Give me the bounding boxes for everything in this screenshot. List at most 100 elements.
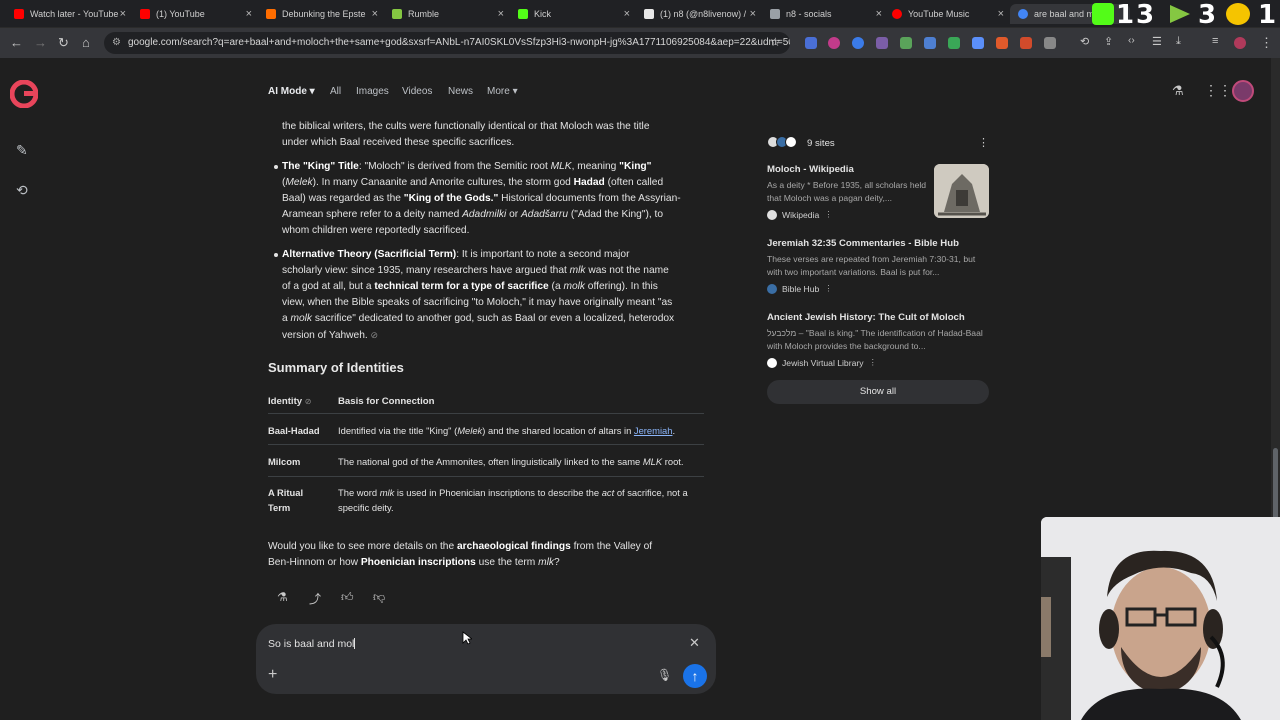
extension-icon[interactable] [924, 37, 936, 49]
home-icon[interactable]: ⌂ [82, 35, 90, 50]
page-icon [266, 9, 276, 19]
browser-tab[interactable]: (1) n8 (@n8livenow) / × [636, 4, 760, 24]
table-cell-identity: Baal-Hadad [268, 425, 320, 436]
close-tab-icon[interactable]: × [624, 8, 630, 20]
source-site: Wikipedia ⋮ [767, 209, 833, 220]
kebab-menu-icon[interactable]: ⋮ [869, 357, 878, 368]
browser-tab[interactable]: Debunking the Epste × [258, 4, 382, 24]
youtube-music-icon [892, 9, 902, 19]
download-icon[interactable]: ⤓ [1176, 35, 1181, 48]
history-icon[interactable]: ⟲ [16, 182, 28, 199]
chevron-down-icon: ▾ [512, 86, 518, 97]
google-logo-icon[interactable] [10, 80, 38, 108]
close-tab-icon[interactable]: × [246, 8, 252, 20]
source-favicon-stack [767, 136, 797, 148]
table-header-identity: Identity ⊘ [268, 396, 312, 407]
browser-tab[interactable]: Watch later - YouTube × [6, 4, 130, 24]
table-cell-basis: The national god of the Ammonites, often… [338, 456, 684, 467]
answer-paragraph: the biblical writers, the cults were fun… [282, 121, 650, 148]
tab-ai-mode[interactable]: AI Mode ▾ [268, 86, 315, 97]
link-chip-icon[interactable]: ⊘ [371, 330, 379, 340]
extension-icon[interactable] [805, 37, 817, 49]
microphone-icon[interactable]: 🎙︎ [657, 668, 672, 682]
extension-icon[interactable] [996, 37, 1008, 49]
tab-all[interactable]: All [330, 86, 341, 97]
thumbs-down-icon[interactable]: 👎︎ [373, 590, 385, 605]
send-button[interactable]: ↑ [683, 664, 707, 688]
browser-tab[interactable]: Rumble × [384, 4, 508, 24]
plus-icon[interactable]: + [268, 666, 277, 684]
sources-count: 9 sites [807, 138, 835, 149]
bookmark-star-icon[interactable]: ☆ [770, 35, 781, 49]
extension-icon[interactable] [972, 37, 984, 49]
source-title[interactable]: Ancient Jewish History: The Cult of Molo… [767, 312, 965, 323]
left-rail: ✎ ⟲ [0, 58, 48, 720]
back-icon[interactable]: ← [10, 35, 23, 50]
account-avatar[interactable] [1232, 80, 1254, 102]
extension-icon[interactable] [1020, 37, 1032, 49]
share-icon[interactable]: ⇪ [1104, 35, 1113, 48]
close-tab-icon[interactable]: × [372, 8, 378, 20]
tab-images[interactable]: Images [356, 86, 389, 97]
sources-panel: 9 sites ⋮ Moloch - Wikipedia As a deity … [756, 128, 1000, 412]
close-tab-icon[interactable]: × [120, 8, 126, 20]
source-snippet: מלכבעל – "Baal is king." The identificat… [767, 328, 983, 351]
labs-flask-icon[interactable]: ⚗ [277, 590, 288, 604]
source-thumbnail[interactable] [934, 164, 989, 218]
browser-tab[interactable]: YouTube Music × [884, 4, 1008, 24]
share-icon[interactable]: ⤴ [309, 590, 321, 607]
source-title[interactable]: Moloch - Wikipedia [767, 164, 854, 175]
tab-videos[interactable]: Videos [402, 86, 432, 97]
new-thread-icon[interactable]: ✎ [16, 142, 28, 159]
link-chip-icon[interactable]: ⊘ [305, 397, 312, 406]
ask-input[interactable]: So is baal and mol [268, 638, 356, 650]
forward-icon[interactable]: → [34, 35, 47, 50]
bullet [274, 165, 278, 169]
table-cell-identity: Milcom [268, 456, 301, 467]
youtube-icon [14, 9, 24, 19]
jvl-icon [785, 136, 797, 148]
extension-icon[interactable] [876, 37, 888, 49]
url-field[interactable]: ⚙ google.com/search?q=are+baal+and+moloc… [104, 32, 790, 54]
extension-icon[interactable] [828, 37, 840, 49]
page-icon [770, 9, 780, 19]
profile-avatar[interactable] [1234, 37, 1246, 49]
browser-tab[interactable]: (1) YouTube × [132, 4, 256, 24]
kebab-menu-icon[interactable]: ⋮ [978, 136, 989, 149]
extensions-puzzle-icon[interactable] [1044, 37, 1056, 49]
kebab-menu-icon[interactable]: ⋮ [824, 209, 833, 220]
source-site: Bible Hub ⋮ [767, 283, 833, 294]
browser-tab[interactable]: Kick × [510, 4, 634, 24]
list-item: Alternative Theory (Sacrificial Term): I… [274, 247, 712, 344]
extension-icon[interactable] [948, 37, 960, 49]
biblehub-icon [767, 283, 777, 294]
history-icon[interactable]: ⟲ [1080, 35, 1089, 48]
kebab-menu-icon[interactable]: ⋮ [1260, 35, 1273, 51]
jvl-icon [767, 357, 777, 368]
kick-badge-icon [1092, 3, 1114, 25]
close-tab-icon[interactable]: × [998, 8, 1004, 20]
clear-icon[interactable]: ✕ [689, 635, 700, 651]
show-all-button[interactable]: Show all [767, 380, 989, 404]
site-info-icon[interactable]: ⚙ [112, 37, 121, 48]
close-tab-icon[interactable]: × [498, 8, 504, 20]
labs-flask-icon[interactable]: ⚗ [1172, 83, 1184, 99]
tab-news[interactable]: News [448, 86, 473, 97]
kebab-menu-icon[interactable]: ⋮ [824, 283, 833, 294]
close-tab-icon[interactable]: × [750, 8, 756, 20]
close-tab-icon[interactable]: × [876, 8, 882, 20]
jeremiah-link[interactable]: Jeremiah [634, 425, 673, 436]
extension-icon[interactable] [900, 37, 912, 49]
reload-icon[interactable]: ↻ [58, 35, 69, 51]
browser-tab[interactable]: n8 - socials × [762, 4, 886, 24]
apps-grid-icon[interactable]: ⋮⋮ [1204, 82, 1232, 99]
ask-input-box[interactable]: So is baal and mol ✕ + 🎙︎ [256, 624, 716, 694]
text-cursor [354, 638, 356, 649]
menu-lines-icon[interactable]: ≡ [1212, 35, 1218, 47]
extension-icon[interactable] [852, 37, 864, 49]
code-icon[interactable]: ‹› [1128, 35, 1135, 46]
thumbs-up-icon[interactable]: 👍︎ [341, 590, 354, 605]
source-title[interactable]: Jeremiah 32:35 Commentaries - Bible Hub [767, 238, 959, 249]
tab-more[interactable]: More ▾ [487, 86, 518, 97]
reading-list-icon[interactable]: ☰ [1152, 35, 1162, 48]
